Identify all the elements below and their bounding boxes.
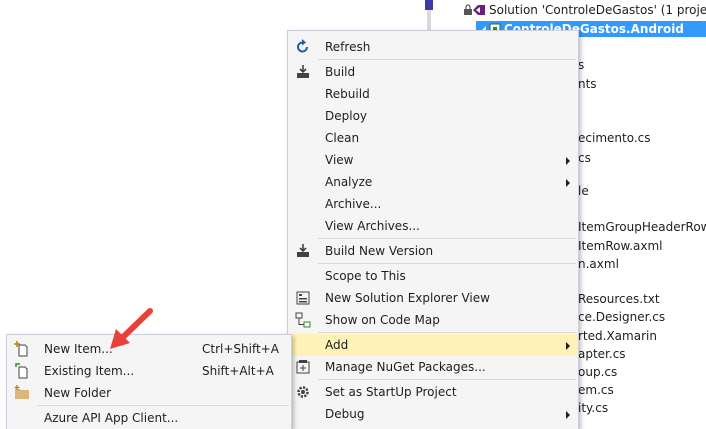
menu-separator — [318, 238, 576, 239]
tree-item[interactable]: em.cs — [578, 383, 614, 397]
menu-item-label: Debug — [325, 407, 365, 421]
menu-separator — [318, 263, 576, 264]
menu-item-view[interactable]: View — [288, 149, 578, 171]
menu-item-label: Add — [325, 338, 349, 352]
menu-item-build[interactable]: Build — [288, 61, 578, 83]
menu-item-refresh[interactable]: Refresh — [288, 36, 578, 58]
menu-item-azure-api-client[interactable]: Azure API App Client... — [7, 407, 291, 429]
submenu-arrow-icon — [566, 157, 570, 165]
menu-item-label: Build — [325, 65, 356, 79]
menu-item-label: Scope to This — [325, 269, 406, 283]
new-explorer-view-icon — [296, 291, 310, 305]
menu-item-label: New Solution Explorer View — [325, 291, 490, 305]
submenu-arrow-icon — [566, 411, 570, 419]
menu-item-archive[interactable]: Archive... — [288, 193, 578, 215]
submenu-arrow-icon — [566, 179, 570, 187]
menu-separator — [318, 332, 576, 333]
submenu-arrow-icon — [566, 342, 570, 350]
tree-item[interactable]: apter.cs — [578, 347, 626, 361]
shortcut-label: Shift+Alt+A — [202, 364, 274, 378]
menu-item-label: Azure API App Client... — [44, 411, 179, 425]
shortcut-label: Ctrl+Shift+A — [202, 342, 279, 356]
menu-item-label: Manage NuGet Packages... — [325, 360, 486, 374]
splitter-indicator — [425, 0, 433, 10]
solution-node-label[interactable]: Solution 'ControleDeGastos' (1 project) — [489, 3, 706, 17]
refresh-icon — [297, 39, 308, 53]
menu-item-view-archives[interactable]: View Archives... — [288, 215, 578, 237]
menu-item-label: Deploy — [325, 109, 368, 123]
code-map-icon — [295, 312, 311, 328]
existing-item-icon — [15, 363, 28, 379]
menu-item-label: Set as StartUp Project — [325, 385, 457, 399]
nuget-icon — [296, 360, 310, 374]
menu-item-label: Build New Version — [325, 244, 434, 258]
tree-item[interactable]: rted.Xamarin — [578, 329, 657, 343]
menu-item-add[interactable]: Add — [288, 334, 578, 356]
tree-item[interactable]: ItemRow.axml — [578, 239, 662, 253]
gear-icon — [297, 386, 309, 398]
tree-item[interactable]: ecimento.cs — [578, 131, 651, 145]
new-item-icon — [14, 341, 28, 357]
menu-item-label: View — [325, 153, 354, 167]
menu-item-label: Analyze — [325, 175, 373, 189]
menu-item-clean[interactable]: Clean — [288, 127, 578, 149]
tree-item[interactable]: ity.cs — [578, 401, 608, 415]
project-context-menu: Refresh Build Rebuild Deploy Clean View … — [287, 30, 579, 429]
menu-item-label: Existing Item... — [44, 364, 135, 378]
tree-item[interactable]: n.axml — [578, 257, 619, 271]
menu-item-new-solution-explorer-view[interactable]: New Solution Explorer View — [288, 287, 578, 309]
menu-item-build-new-version[interactable]: Build New Version — [288, 240, 578, 262]
menu-separator — [318, 379, 576, 380]
menu-item-existing-item[interactable]: Existing Item... Shift+Alt+A — [7, 360, 291, 382]
menu-item-deploy[interactable]: Deploy — [288, 105, 578, 127]
menu-item-label: Rebuild — [325, 87, 370, 101]
build-version-icon — [297, 244, 309, 257]
annotation-arrow — [110, 308, 153, 349]
menu-item-label: Clean — [325, 131, 360, 145]
menu-item-scope-to-this[interactable]: Scope to This — [288, 265, 578, 287]
menu-item-rebuild[interactable]: Rebuild — [288, 83, 578, 105]
tree-item[interactable]: nts — [578, 77, 597, 91]
menu-item-label: Archive... — [325, 197, 382, 211]
menu-separator — [37, 405, 289, 406]
folder-icon — [14, 385, 29, 399]
build-icon — [297, 65, 309, 78]
tree-item[interactable]: ce.Designer.cs — [578, 310, 665, 324]
menu-item-label: View Archives... — [325, 219, 420, 233]
tree-item[interactable]: oup.cs — [578, 365, 617, 379]
menu-item-debug[interactable]: Debug — [288, 403, 578, 425]
tree-item[interactable]: ItemGroupHeaderRow.a — [578, 220, 706, 234]
tree-item[interactable]: cs — [578, 151, 591, 165]
menu-item-show-on-code-map[interactable]: Show on Code Map — [288, 309, 578, 331]
menu-separator — [318, 59, 576, 60]
tree-item[interactable]: Resources.txt — [578, 292, 660, 306]
solution-icon — [473, 5, 485, 15]
menu-item-label: New Item... — [44, 342, 113, 356]
menu-item-analyze[interactable]: Analyze — [288, 171, 578, 193]
menu-item-label: Refresh — [325, 40, 371, 54]
menu-item-label: New Folder — [44, 386, 112, 400]
menu-item-new-folder[interactable]: New Folder — [7, 382, 291, 404]
menu-item-set-startup[interactable]: Set as StartUp Project — [288, 381, 578, 403]
menu-item-label: Show on Code Map — [325, 313, 440, 327]
menu-item-manage-nuget[interactable]: Manage NuGet Packages... — [288, 356, 578, 378]
tree-item[interactable]: le — [578, 184, 589, 198]
